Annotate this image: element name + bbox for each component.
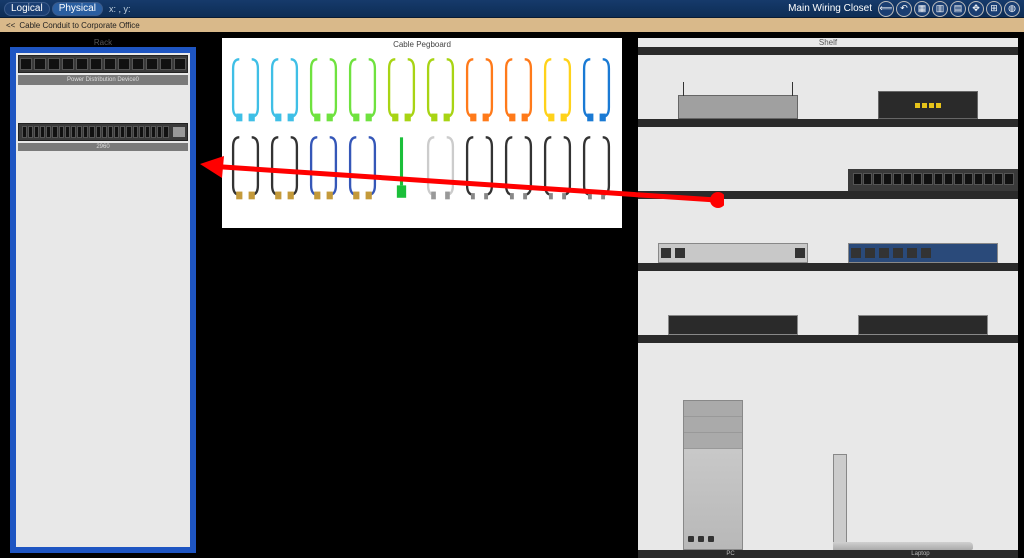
shelf-title: Shelf	[638, 38, 1018, 47]
cable-ethernet[interactable]	[425, 53, 456, 123]
move-icon[interactable]: ✥	[968, 1, 984, 17]
grid-icon[interactable]: ▥	[932, 1, 948, 17]
top-navbar: Logical Physical x: , y: Main Wiring Clo…	[0, 0, 1024, 18]
cable-usb[interactable]	[464, 131, 495, 201]
cable-serial[interactable]	[308, 131, 339, 201]
cable-usb[interactable]	[503, 131, 534, 201]
nav-back-icon[interactable]: ⟸	[878, 1, 894, 17]
cable-fiber[interactable]	[425, 131, 456, 201]
cable-ethernet[interactable]	[503, 53, 534, 123]
cable-ethernet[interactable]	[347, 53, 378, 123]
rack-switch-2960[interactable]	[18, 123, 188, 141]
rack-container: Rack Power Distribution Device0 2960	[10, 38, 196, 558]
cursor-coordinates: x: , y:	[109, 4, 131, 14]
pegboard-row-ethernet	[230, 53, 614, 123]
undo-icon[interactable]: ↶	[896, 1, 912, 17]
cable-ethernet[interactable]	[269, 53, 300, 123]
cable-ethernet[interactable]	[464, 53, 495, 123]
rack-title: Rack	[10, 38, 196, 47]
shelf-row-4: 43314321	[638, 263, 1018, 335]
pegboard-row-misc	[230, 131, 614, 201]
label-laptop: Laptop	[911, 551, 929, 557]
cable-serial[interactable]	[347, 131, 378, 201]
building-icon[interactable]: ▦	[914, 1, 930, 17]
breadcrumb-text: Cable Conduit to Corporate Office	[19, 21, 139, 30]
pegboard-title: Cable Pegboard	[222, 38, 622, 51]
shelf-row-5: PC Laptop	[638, 335, 1018, 558]
device-pc[interactable]	[683, 400, 743, 550]
back-arrow-icon[interactable]: <<	[6, 21, 15, 30]
map-icon[interactable]: ⊞	[986, 1, 1002, 17]
cable-octal[interactable]	[386, 131, 417, 201]
pdu-device[interactable]: Power Distribution Device0	[18, 75, 188, 85]
physical-mode-button[interactable]: Physical	[52, 2, 103, 16]
cable-ethernet[interactable]	[581, 53, 612, 123]
shelf-row-2: 3650	[638, 119, 1018, 191]
shelf-row-3: 29012960T	[638, 191, 1018, 263]
mode-toggle: Logical Physical	[4, 2, 103, 16]
shelf-row-1: Meraki-MX65WHomeRouter-PT-AC	[638, 47, 1018, 119]
shelf-container: Shelf Meraki-MX65WHomeRouter-PT-AC 3650 …	[638, 38, 1018, 558]
rack-switch-label: 2960	[18, 143, 188, 151]
device-4331[interactable]	[668, 315, 798, 335]
patch-panel[interactable]	[18, 55, 188, 73]
device-laptop[interactable]	[833, 450, 973, 550]
device-meraki-mx65w[interactable]	[678, 95, 798, 119]
device-3650[interactable]	[848, 169, 1018, 191]
cable-pegboard: Cable Pegboard	[222, 38, 622, 228]
closet-icon[interactable]: ▤	[950, 1, 966, 17]
environment-icon[interactable]: ◍	[1004, 1, 1020, 17]
location-label: Main Wiring Closet	[788, 3, 872, 14]
device-2901[interactable]	[658, 243, 808, 263]
device-homerouter[interactable]	[878, 91, 978, 119]
cable-ethernet[interactable]	[386, 53, 417, 123]
cable-ethernet[interactable]	[308, 53, 339, 123]
logical-mode-button[interactable]: Logical	[4, 2, 50, 16]
cable-usb[interactable]	[581, 131, 612, 201]
cable-serial[interactable]	[269, 131, 300, 201]
cable-ethernet[interactable]	[542, 53, 573, 123]
cable-usb[interactable]	[542, 131, 573, 201]
breadcrumb[interactable]: << Cable Conduit to Corporate Office	[0, 18, 1024, 32]
physical-workspace[interactable]: Rack Power Distribution Device0 2960 Cab…	[0, 32, 1024, 554]
cable-ethernet[interactable]	[230, 53, 261, 123]
cable-serial[interactable]	[230, 131, 261, 201]
label-pc: PC	[726, 551, 734, 557]
device-4321[interactable]	[858, 315, 988, 335]
device-2960t[interactable]	[848, 243, 998, 263]
rack-body[interactable]: Power Distribution Device0 2960	[10, 47, 196, 553]
